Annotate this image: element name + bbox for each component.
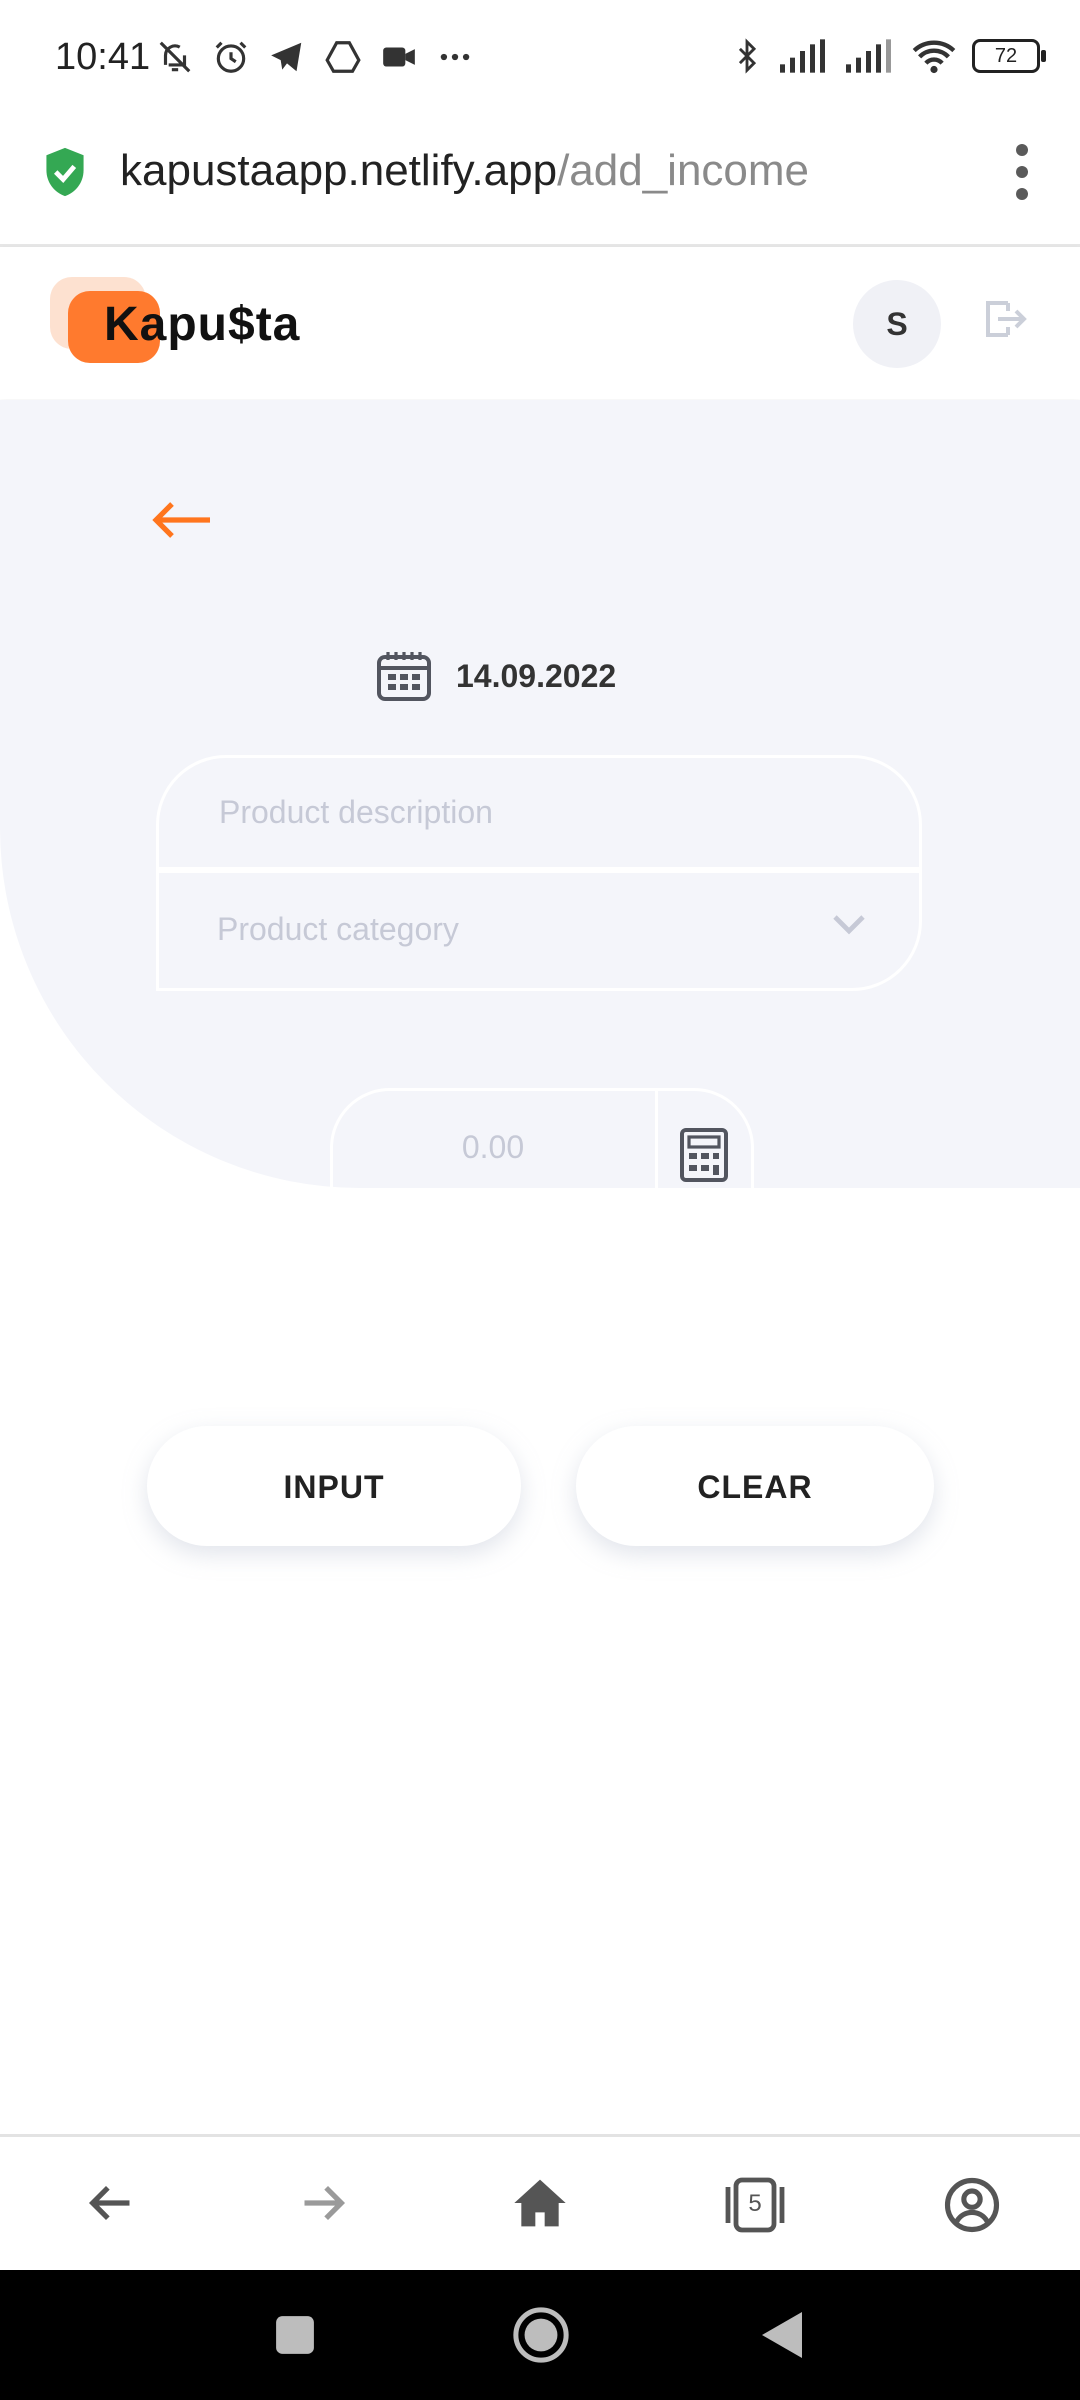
description-field-wrapper — [159, 758, 919, 873]
amount-field[interactable]: 0.00 — [330, 1088, 754, 1208]
logout-icon[interactable] — [980, 295, 1028, 343]
back-icon[interactable] — [84, 2177, 136, 2229]
bell-off-icon — [159, 41, 191, 73]
status-time: 10:41 — [55, 36, 151, 78]
product-form: Product category — [156, 755, 922, 991]
home-circle-icon[interactable] — [512, 2306, 570, 2364]
video-icon — [383, 47, 415, 67]
signal-icon — [780, 39, 825, 73]
category-placeholder: Product category — [217, 911, 459, 947]
product-category-select[interactable]: Product category — [159, 873, 919, 988]
url-host: kapustaapp.netlify.app — [120, 146, 558, 195]
browser-bottom-nav: 5 — [0, 2134, 1080, 2273]
status-bar: 10:41 72 — [0, 0, 1080, 120]
date-picker[interactable]: 14.09.2022 — [376, 650, 616, 702]
user-avatar[interactable]: S — [853, 280, 941, 368]
secure-shield-icon — [46, 147, 84, 197]
kapusta-logo[interactable]: Kapu$ta — [50, 277, 310, 367]
home-icon[interactable] — [512, 2177, 568, 2229]
telegram-icon — [271, 42, 302, 72]
app-header: Kapu$ta S — [0, 247, 1080, 399]
drive-icon — [325, 41, 361, 73]
tabs-button[interactable]: 5 — [722, 2177, 788, 2233]
recents-icon[interactable] — [274, 2314, 316, 2356]
browser-address-bar[interactable]: kapustaapp.netlify.app/add_income — [0, 120, 1080, 247]
bluetooth-icon — [738, 38, 757, 74]
account-icon[interactable] — [944, 2177, 1000, 2233]
signal-icon — [846, 39, 891, 73]
notification-icons — [156, 38, 474, 76]
clear-button[interactable]: CLEAR — [576, 1426, 934, 1546]
battery-indicator: 72 — [972, 39, 1046, 73]
chevron-down-icon — [833, 915, 865, 935]
browser-menu-icon[interactable] — [1016, 144, 1030, 210]
amount-divider — [655, 1091, 658, 1205]
calculator-icon[interactable] — [679, 1127, 729, 1183]
url-text[interactable]: kapustaapp.netlify.app/add_income — [120, 146, 809, 196]
android-nav-bar — [0, 2270, 1080, 2400]
url-path: /add_income — [557, 146, 810, 195]
input-button[interactable]: INPUT — [147, 1426, 521, 1546]
alarm-icon — [215, 41, 247, 73]
logo-text: Kapu$ta — [104, 298, 301, 351]
back-arrow-icon[interactable] — [150, 500, 212, 540]
selected-date: 14.09.2022 — [456, 657, 617, 694]
amount-placeholder: 0.00 — [461, 1129, 525, 1165]
tab-count: 5 — [748, 2190, 762, 2217]
product-description-input[interactable] — [217, 793, 821, 832]
more-icon — [440, 53, 470, 61]
forward-icon[interactable] — [298, 2177, 350, 2229]
calendar-icon — [377, 652, 431, 701]
system-icons: 72 — [730, 36, 1046, 76]
add-income-panel: 14.09.2022 Product category 0.00 — [0, 400, 1080, 1208]
wifi-icon — [912, 40, 956, 74]
back-triangle-icon[interactable] — [760, 2310, 804, 2360]
